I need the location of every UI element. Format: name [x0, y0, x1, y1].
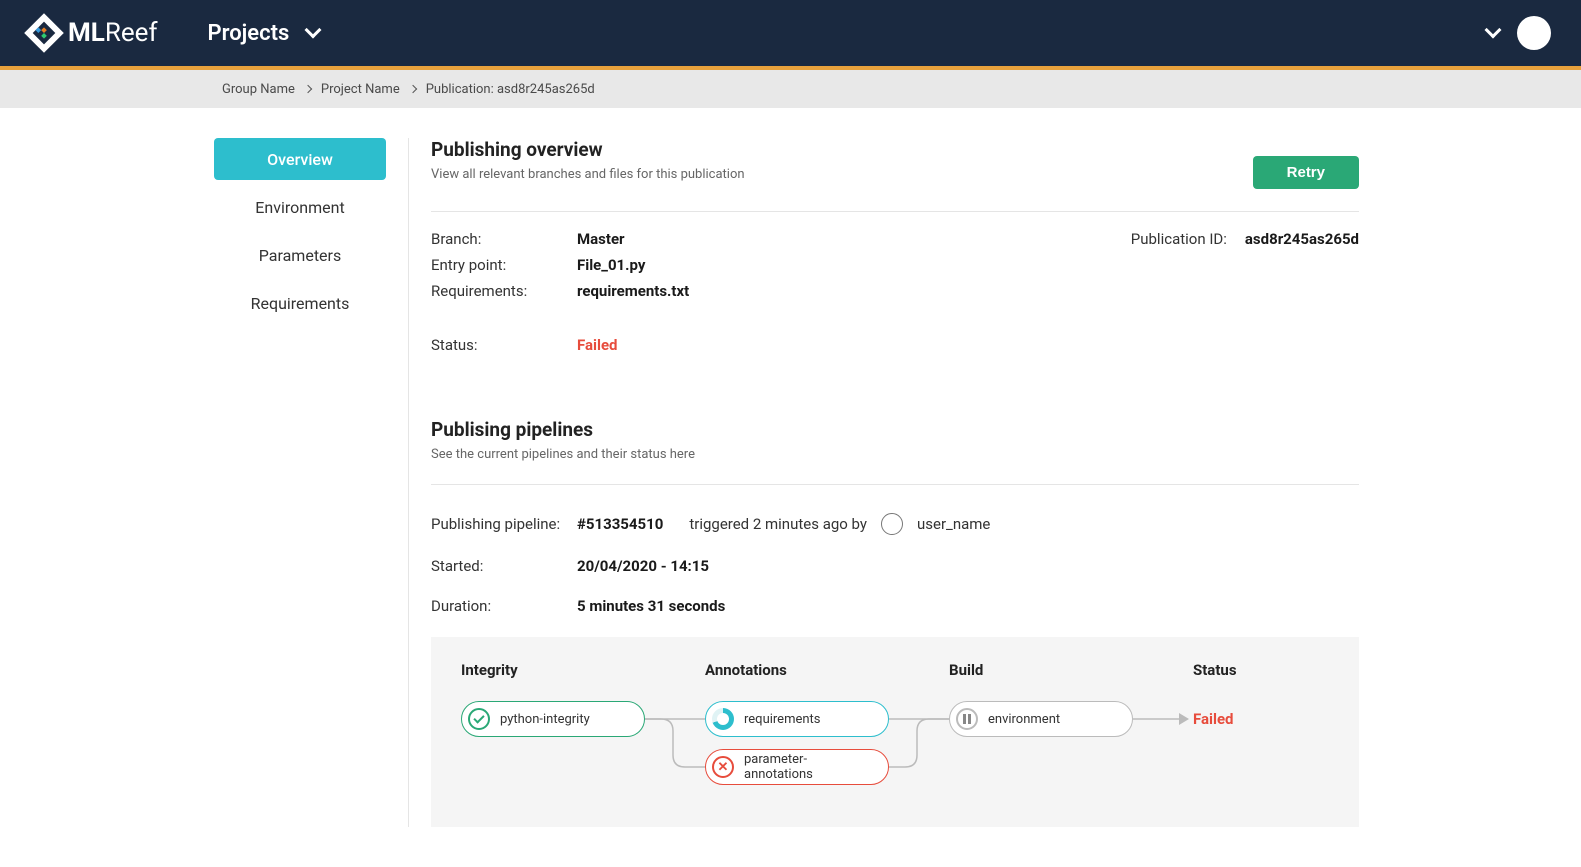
check-icon [468, 708, 490, 730]
breadcrumb-page: Publication: asd8r245as265d [426, 82, 595, 97]
chevron-right-icon [304, 85, 312, 93]
logo[interactable]: MLReef [30, 18, 157, 48]
tab-environment[interactable]: Environment [214, 186, 386, 228]
entry-label: Entry point: [431, 256, 577, 274]
avatar[interactable] [1517, 16, 1551, 50]
side-tabs: Overview Environment Parameters Requirem… [214, 138, 386, 827]
triggered-text: triggered 2 minutes ago by [689, 515, 867, 533]
retry-button[interactable]: Retry [1253, 156, 1359, 189]
overview-title: Publishing overview [431, 138, 745, 161]
stages-header: Integrity Annotations Build Status [461, 661, 1329, 679]
pubid-label: Publication ID: [1131, 230, 1227, 362]
pubid-value: asd8r245as265d [1245, 230, 1359, 362]
pipeline-info: Publishing pipeline: #513354510 triggere… [431, 513, 1359, 615]
chevron-down-icon [305, 22, 322, 39]
branch-label: Branch: [431, 230, 577, 248]
stages-box: Integrity Annotations Build Status [431, 637, 1359, 827]
started-value: 20/04/2020 - 14:15 [577, 557, 709, 575]
breadcrumb-group[interactable]: Group Name [222, 82, 295, 97]
pipelines-subtitle: See the current pipelines and their stat… [431, 447, 1359, 462]
breadcrumb: Group Name Project Name Publication: asd… [0, 70, 1581, 108]
stage-status-title: Status [1193, 661, 1313, 679]
publication-id-block: Publication ID: asd8r245as265d [1131, 230, 1359, 362]
nav-projects-label: Projects [207, 21, 289, 46]
tab-parameters[interactable]: Parameters [214, 234, 386, 276]
pipelines-section: Publising pipelines See the current pipe… [431, 418, 1359, 827]
stages-body: python-integrity requirements ✕ paramete… [461, 701, 1329, 797]
brand-prefix: ML [68, 18, 105, 48]
stage-annotations-title: Annotations [705, 661, 949, 679]
pipelines-title: Publising pipelines [431, 418, 1359, 441]
job-requirements[interactable]: requirements [705, 701, 889, 737]
tab-requirements[interactable]: Requirements [214, 282, 386, 324]
requirements-value: requirements.txt [577, 282, 689, 300]
pipeline-value: #513354510 [577, 515, 663, 533]
divider [431, 211, 1359, 212]
final-status: Failed [1193, 710, 1234, 728]
pause-icon [956, 708, 978, 730]
overview-info: Branch: Master Entry point: File_01.py R… [431, 230, 1359, 362]
stage-build-title: Build [949, 661, 1193, 679]
chevron-right-icon [408, 85, 416, 93]
pipeline-label: Publishing pipeline: [431, 515, 577, 533]
job-python-integrity[interactable]: python-integrity [461, 701, 645, 737]
job-parameter-annotations[interactable]: ✕ parameter-annotations [705, 749, 889, 785]
job-label: requirements [744, 712, 821, 727]
page-body: Overview Environment Parameters Requirem… [0, 108, 1581, 867]
topbar: MLReef Projects [0, 0, 1581, 66]
tab-overview[interactable]: Overview [214, 138, 386, 180]
job-label: environment [988, 712, 1060, 727]
progress-icon [712, 708, 734, 730]
status-value: Failed [577, 336, 618, 354]
stage-integrity-title: Integrity [461, 661, 705, 679]
duration-value: 5 minutes 31 seconds [577, 597, 725, 615]
topbar-right [1487, 16, 1551, 50]
x-icon: ✕ [712, 756, 734, 778]
status-label: Status: [431, 336, 577, 354]
username[interactable]: user_name [917, 515, 990, 533]
user-avatar-icon[interactable] [881, 513, 903, 535]
logo-icon [24, 13, 64, 53]
branch-value: Master [577, 230, 625, 248]
duration-label: Duration: [431, 597, 577, 615]
overview-header: Publishing overview View all relevant br… [431, 138, 1359, 189]
topbar-dropdown-icon[interactable] [1485, 22, 1502, 39]
requirements-label: Requirements: [431, 282, 577, 300]
started-label: Started: [431, 557, 577, 575]
divider [431, 484, 1359, 485]
nav-projects[interactable]: Projects [207, 21, 319, 46]
job-label: parameter-annotations [744, 752, 874, 782]
entry-value: File_01.py [577, 256, 645, 274]
main-content: Publishing overview View all relevant br… [408, 138, 1359, 827]
breadcrumb-project[interactable]: Project Name [321, 82, 400, 97]
job-label: python-integrity [500, 712, 590, 727]
brand-suffix: Reef [105, 18, 158, 48]
overview-subtitle: View all relevant branches and files for… [431, 167, 745, 182]
job-environment[interactable]: environment [949, 701, 1133, 737]
